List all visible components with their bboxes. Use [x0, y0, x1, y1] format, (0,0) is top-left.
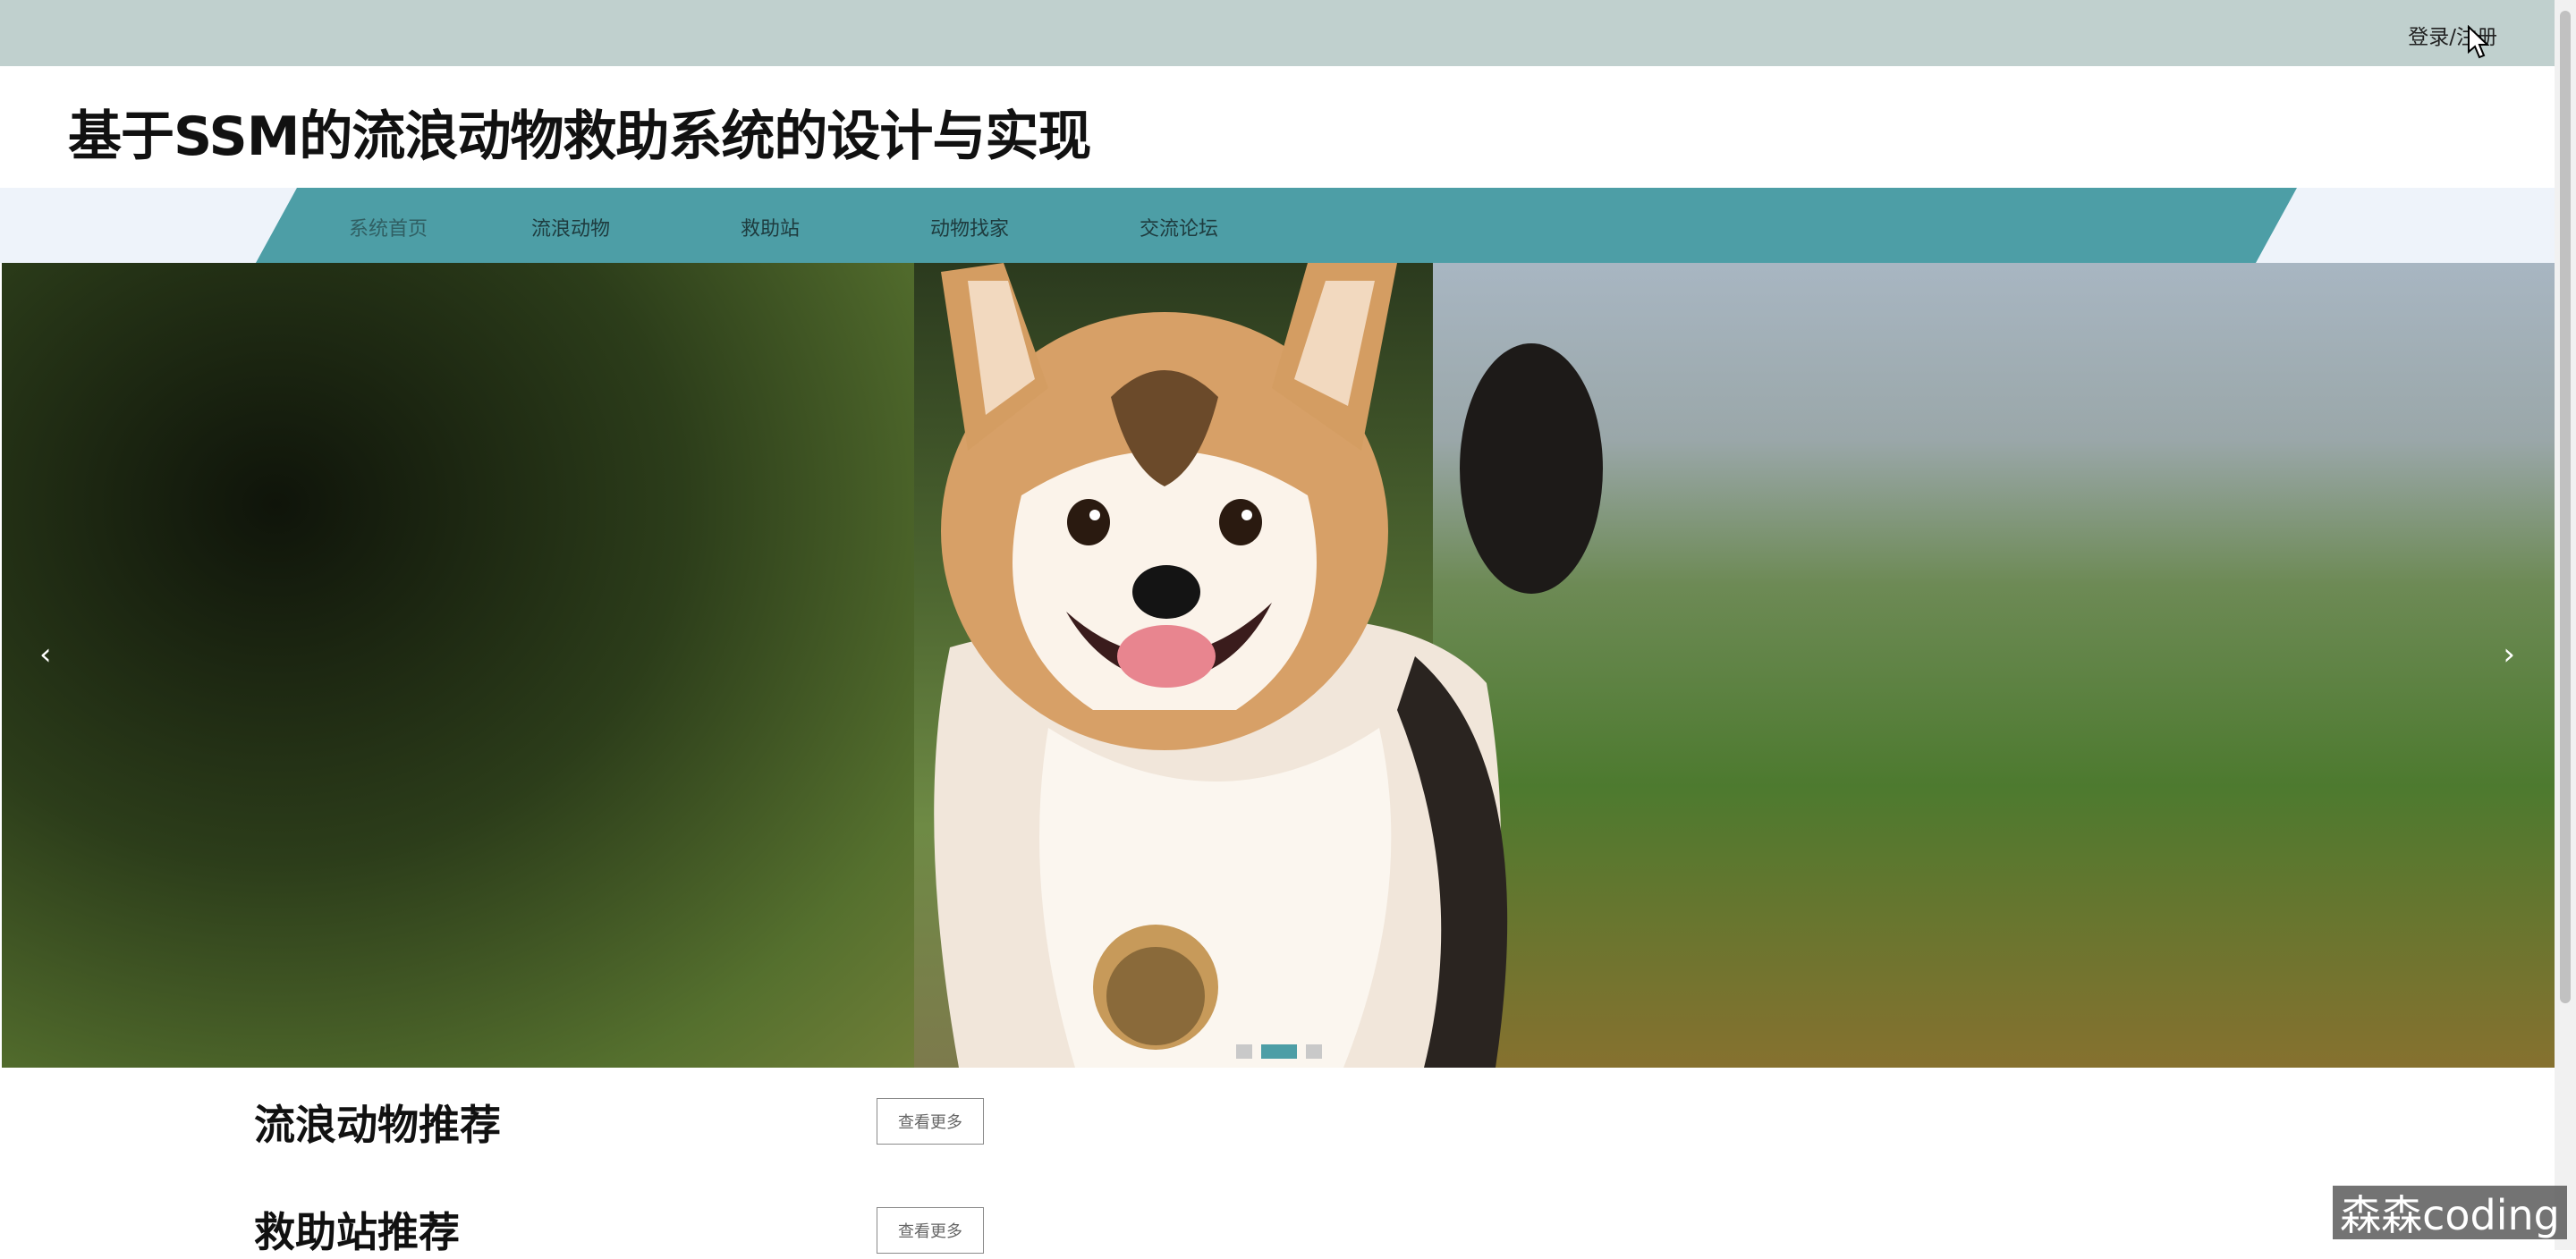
site-title: 基于SSM的流浪动物救助系统的设计与实现 — [68, 106, 1091, 168]
corgi-photo — [934, 263, 1603, 1068]
nav-item-home[interactable]: 系统首页 — [349, 213, 428, 241]
mouse-cursor-icon — [2468, 25, 2490, 59]
view-more-stray-animals-button[interactable]: 查看更多 — [877, 1098, 984, 1145]
carousel-background — [2, 263, 914, 1068]
watermark: 森森coding — [2333, 1186, 2567, 1239]
nav-item-stray-animals[interactable]: 流浪动物 — [531, 213, 610, 241]
section-title-rescue-stations: 救助站推荐 — [254, 1208, 460, 1256]
carousel-next-arrow[interactable]: › — [2503, 637, 2515, 672]
scrollbar-thumb[interactable] — [2560, 11, 2571, 1003]
hero-carousel[interactable]: ‹ › — [2, 263, 2555, 1068]
nav-item-animal-adoption[interactable]: 动物找家 — [930, 213, 1009, 241]
carousel-prev-arrow[interactable]: ‹ — [39, 637, 52, 672]
carousel-dot-1[interactable] — [1236, 1044, 1252, 1059]
carousel-dot-3[interactable] — [1306, 1044, 1322, 1059]
carousel-dot-2[interactable] — [1261, 1044, 1297, 1059]
view-more-rescue-stations-button[interactable]: 查看更多 — [877, 1207, 984, 1254]
header: 基于SSM的流浪动物救助系统的设计与实现 — [0, 66, 2555, 188]
section-title-stray-animals: 流浪动物推荐 — [254, 1101, 501, 1149]
vertical-scrollbar[interactable] — [2555, 0, 2576, 1250]
nav-item-rescue-station[interactable]: 救助站 — [741, 213, 800, 241]
nav-item-forum[interactable]: 交流论坛 — [1140, 213, 1218, 241]
main-nav: 系统首页 流浪动物 救助站 动物找家 交流论坛 — [0, 188, 2555, 263]
top-bar: 登录/注册 — [0, 0, 2576, 66]
